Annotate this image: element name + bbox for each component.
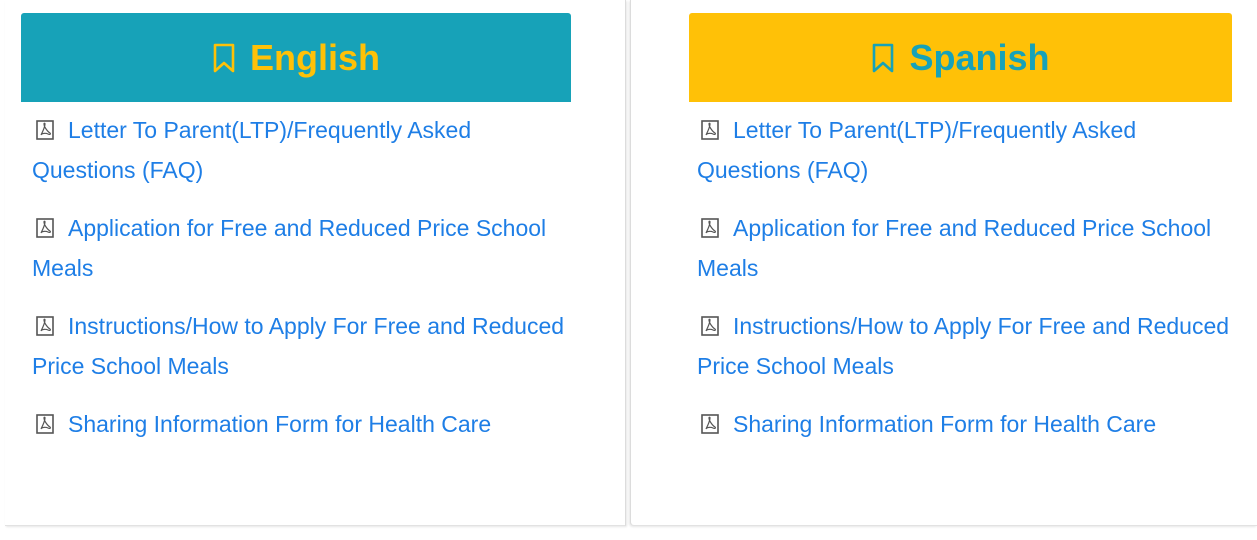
pdf-icon xyxy=(36,120,54,140)
application-free-reduced-meals-link[interactable]: Application for Free and Reduced Price S… xyxy=(32,215,546,281)
list-item: Sharing Information Form for Health Care xyxy=(32,404,572,444)
list-item: Letter To Parent(LTP)/Frequently Asked Q… xyxy=(32,110,572,190)
list-item: Instructions/How to Apply For Free and R… xyxy=(697,306,1237,386)
spanish-documents-card: Spanish Letter To Parent(LTP)/Frequently… xyxy=(630,0,1257,526)
pdf-icon xyxy=(701,316,719,336)
sharing-information-form-link[interactable]: Sharing Information Form for Health Care xyxy=(733,411,1156,437)
instructions-how-to-apply-link[interactable]: Instructions/How to Apply For Free and R… xyxy=(32,313,564,379)
pdf-icon xyxy=(701,218,719,238)
english-documents-card: English Letter To Parent(LTP)/Frequently… xyxy=(5,0,626,526)
english-document-list: Letter To Parent(LTP)/Frequently Asked Q… xyxy=(32,110,572,462)
list-item: Application for Free and Reduced Price S… xyxy=(697,208,1237,288)
application-free-reduced-meals-link[interactable]: Application for Free and Reduced Price S… xyxy=(697,215,1211,281)
pdf-icon xyxy=(701,120,719,140)
list-item: Application for Free and Reduced Price S… xyxy=(32,208,572,288)
pdf-icon xyxy=(36,218,54,238)
pdf-icon xyxy=(701,414,719,434)
letter-to-parent-faq-link[interactable]: Letter To Parent(LTP)/Frequently Asked Q… xyxy=(697,117,1136,183)
list-item: Instructions/How to Apply For Free and R… xyxy=(32,306,572,386)
bookmark-icon xyxy=(873,43,894,72)
spanish-title: Spanish xyxy=(909,36,1050,78)
english-header: English xyxy=(21,13,571,102)
instructions-how-to-apply-link[interactable]: Instructions/How to Apply For Free and R… xyxy=(697,313,1229,379)
sharing-information-form-link[interactable]: Sharing Information Form for Health Care xyxy=(68,411,491,437)
list-item: Letter To Parent(LTP)/Frequently Asked Q… xyxy=(697,110,1237,190)
spanish-document-list: Letter To Parent(LTP)/Frequently Asked Q… xyxy=(697,110,1237,462)
bookmark-icon xyxy=(213,43,235,72)
pdf-icon xyxy=(36,414,54,434)
letter-to-parent-faq-link[interactable]: Letter To Parent(LTP)/Frequently Asked Q… xyxy=(32,117,471,183)
spanish-header: Spanish xyxy=(689,13,1232,102)
list-item: Sharing Information Form for Health Care xyxy=(697,404,1237,444)
pdf-icon xyxy=(36,316,54,336)
english-title: English xyxy=(249,36,380,78)
